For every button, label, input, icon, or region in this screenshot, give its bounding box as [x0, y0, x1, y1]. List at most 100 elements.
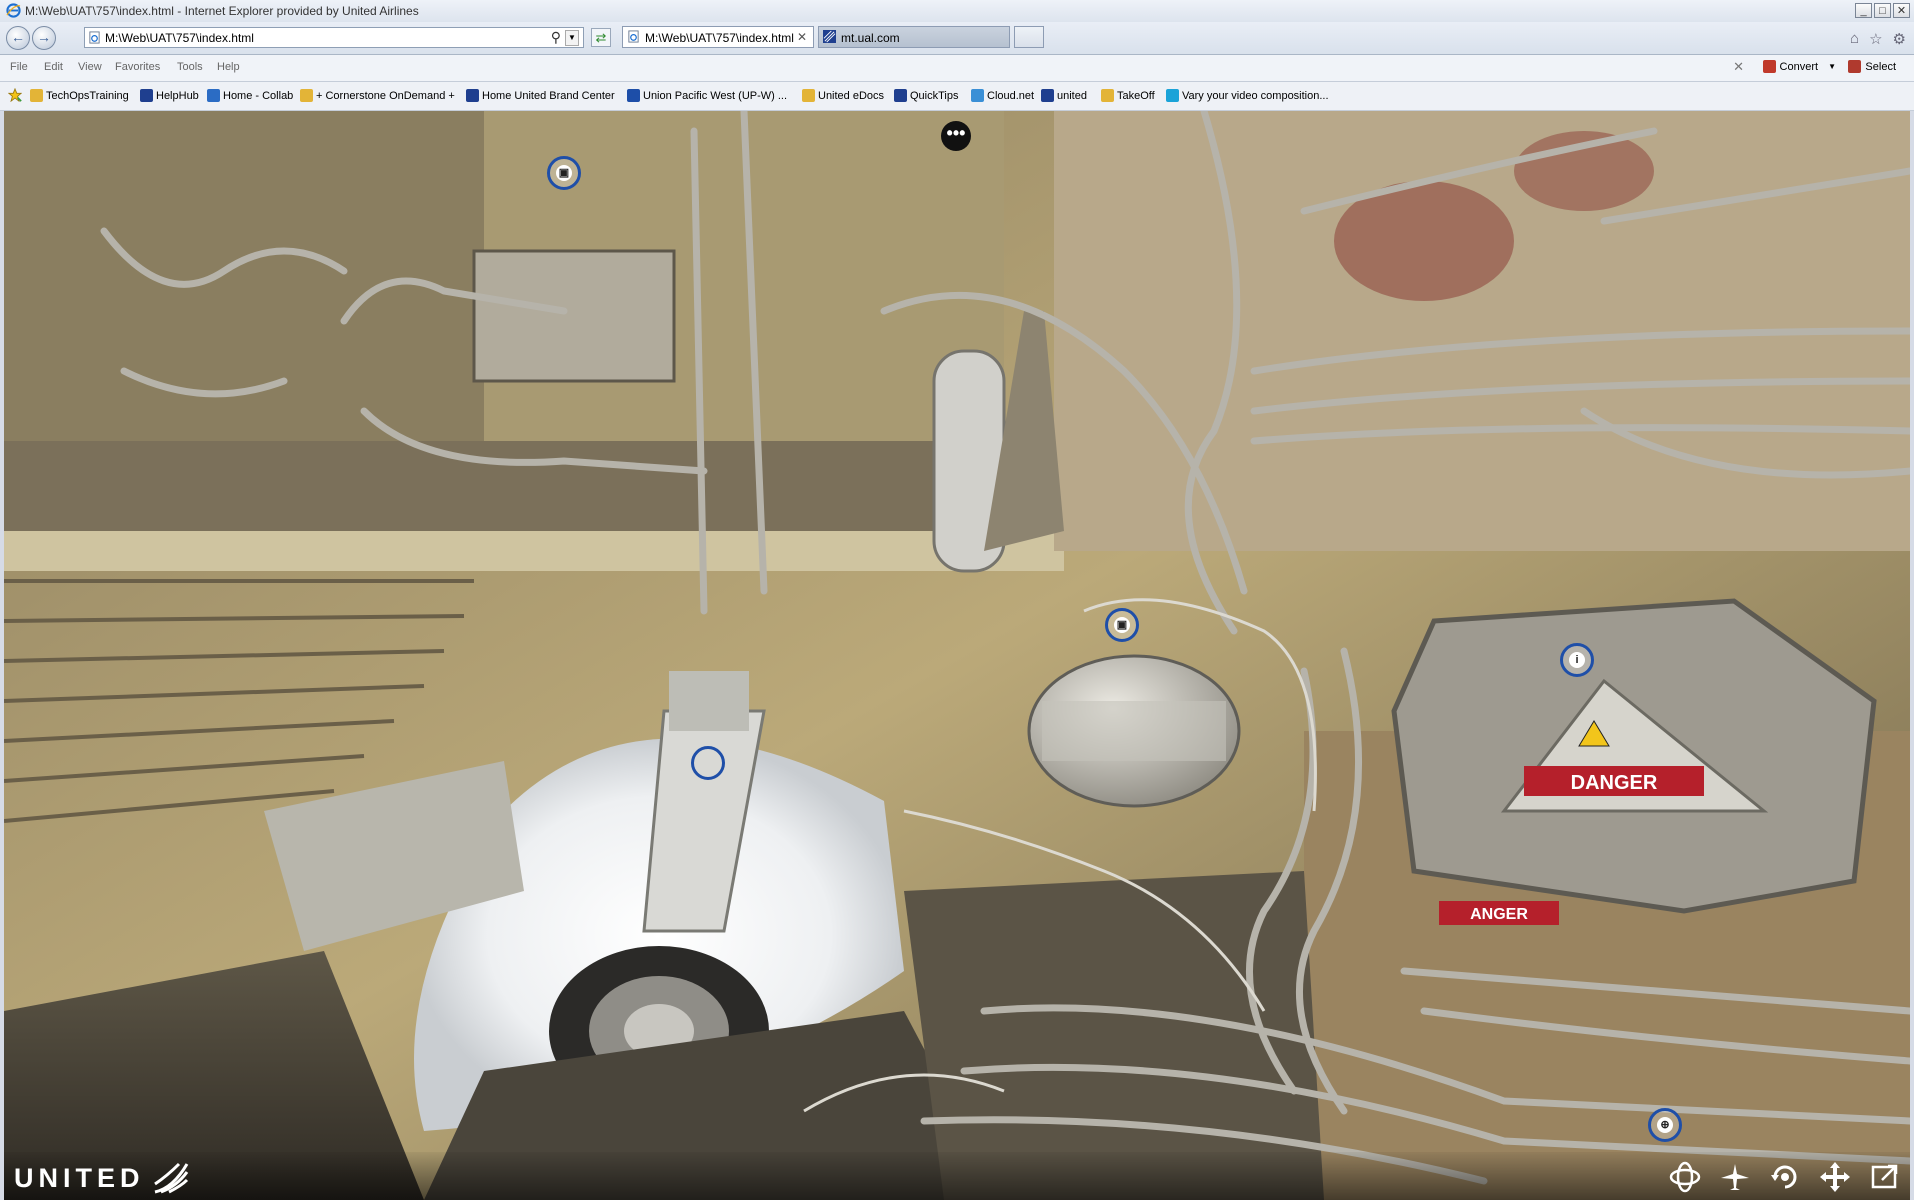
favorite-link[interactable]: + Cornerstone OnDemand + — [300, 89, 455, 102]
favorites-bar: TechOpsTraining HelpHub Home - Collab + Cor… — [0, 82, 1914, 111]
image-hotspot-valve-block[interactable]: ▣ — [547, 156, 581, 190]
tab-index-html[interactable]: M:\Web\UAT\757\index.html ✕ — [622, 26, 814, 48]
favorite-label: Home - Collab — [223, 89, 294, 102]
favorite-link[interactable]: Home - Collab — [207, 89, 293, 102]
menu-favorites[interactable]: Favorites — [115, 61, 160, 73]
address-text[interactable]: M:\Web\UAT\757\index.html — [105, 31, 254, 45]
united-globe-icon — [140, 89, 153, 102]
favorite-link[interactable]: united — [1041, 89, 1087, 102]
panorama-viewer[interactable]: DANGER ANGER ••• ▣ ▣ i ⊕ UNITED — [4, 111, 1910, 1200]
page-icon — [628, 30, 639, 43]
convert-label: Convert — [1779, 60, 1819, 73]
window-titlebar: M:\Web\UAT\757\index.html - Internet Exp… — [0, 0, 1914, 23]
close-tab-icon[interactable]: ✕ — [797, 30, 807, 44]
favorite-link[interactable]: QuickTips — [894, 89, 959, 102]
favorite-label: Home United Brand Center — [482, 89, 615, 102]
tab-mt-ual[interactable]: mt.ual.com — [818, 26, 1010, 48]
menu-file[interactable]: File — [10, 61, 28, 73]
united-wordmark: UNITED — [14, 1162, 145, 1193]
favorite-label: Union Pacific West (UP-W) ... — [643, 89, 788, 102]
new-tab-button[interactable] — [1014, 26, 1044, 48]
favorite-link[interactable]: United eDocs — [802, 89, 884, 102]
favorite-link[interactable]: Home United Brand Center — [466, 89, 615, 102]
globe-hotspot[interactable]: ⊕ — [1648, 1108, 1682, 1142]
select-button[interactable]: Select — [1848, 60, 1896, 73]
favorite-label: united — [1057, 89, 1087, 102]
m-logo-icon — [627, 89, 640, 102]
favorites-star-icon[interactable]: ☆ — [1869, 30, 1882, 48]
tab-label: mt.ual.com — [841, 31, 900, 45]
pdf-select-icon — [1848, 60, 1862, 73]
info-icon: i — [1569, 652, 1585, 668]
favorites-add-icon[interactable] — [8, 88, 22, 102]
close-toolbar-icon[interactable]: ✕ — [1733, 59, 1744, 75]
window-title: M:\Web\UAT\757\index.html - Internet Exp… — [25, 4, 419, 18]
arrow-left-icon: ← — [11, 29, 25, 45]
page-icon — [802, 89, 815, 102]
image-hotspot-accumulator[interactable]: ▣ — [1105, 608, 1139, 642]
favorite-label: Cloud.net — [987, 89, 1035, 102]
favorite-label: HelpHub — [156, 89, 199, 102]
united-globe-icon — [153, 1162, 188, 1194]
refresh-icon: ⇄ — [595, 30, 607, 45]
convert-button[interactable]: Convert ▼ — [1762, 60, 1836, 73]
svg-text:ANGER: ANGER — [1470, 906, 1528, 923]
viewer-control-bar: UNITED — [4, 1152, 1910, 1200]
favorite-label: TakeOff — [1117, 89, 1155, 102]
chevron-down-icon[interactable]: ▼ — [565, 30, 579, 46]
favorite-label: + Cornerstone OnDemand + — [316, 89, 455, 102]
airplane-mode-icon[interactable] — [1718, 1160, 1752, 1194]
menu-help[interactable]: Help — [217, 61, 240, 73]
image-icon: ▣ — [556, 165, 572, 181]
browser-tool-icons: ⌂ ☆ ⚙ — [1850, 30, 1906, 48]
favorite-link[interactable]: Vary your video composition... — [1166, 89, 1329, 102]
minimize-button[interactable]: _ — [1855, 3, 1872, 18]
favorite-link[interactable]: TakeOff — [1101, 89, 1155, 102]
vr-mode-icon[interactable] — [1668, 1160, 1702, 1194]
favorite-label: United eDocs — [818, 89, 885, 102]
wheel-well-panorama-image[interactable]: DANGER ANGER — [4, 111, 1910, 1200]
svg-text:DANGER: DANGER — [1571, 772, 1658, 794]
favorite-link[interactable]: HelpHub — [140, 89, 199, 102]
internet-explorer-icon — [6, 3, 21, 18]
arrow-right-icon: → — [37, 29, 51, 45]
favorite-link[interactable]: Cloud.net — [971, 89, 1034, 102]
home-icon[interactable]: ⌂ — [1850, 30, 1859, 48]
united-tulip-icon — [1041, 89, 1054, 102]
back-button[interactable]: ← — [6, 26, 30, 50]
move-arrows-icon[interactable] — [1818, 1160, 1852, 1194]
globe-icon: ⊕ — [1657, 1117, 1673, 1133]
favorite-label: Vary your video composition... — [1182, 89, 1329, 102]
favorite-link[interactable]: Union Pacific West (UP-W) ... — [627, 89, 787, 102]
menu-view[interactable]: View — [78, 61, 102, 73]
image-icon: ▣ — [1114, 617, 1130, 633]
forward-button[interactable]: → — [32, 26, 56, 50]
united-logo: UNITED — [14, 1162, 189, 1194]
close-window-button[interactable]: ✕ — [1893, 3, 1910, 18]
cloud-icon — [971, 89, 984, 102]
favorite-label: QuickTips — [910, 89, 959, 102]
chevron-down-icon: ▼ — [1828, 62, 1836, 71]
window-controls: _ □ ✕ — [1855, 3, 1910, 18]
autorotate-icon[interactable] — [1768, 1160, 1802, 1194]
favorite-link[interactable]: TechOpsTraining — [30, 89, 129, 102]
menu-edit[interactable]: Edit — [44, 61, 63, 73]
fullscreen-icon[interactable] — [1868, 1160, 1902, 1194]
gear-icon[interactable]: ⚙ — [1893, 30, 1906, 48]
info-hotspot-danger-panel[interactable]: i — [1560, 643, 1594, 677]
maximize-button[interactable]: □ — [1874, 3, 1891, 18]
menu-bar: File Edit View Favorites Tools Help ✕ Co… — [0, 55, 1914, 82]
refresh-button[interactable]: ⇄ — [591, 28, 611, 47]
page-icon — [89, 31, 100, 44]
sharepoint-icon — [207, 89, 220, 102]
page-icon — [1101, 89, 1114, 102]
address-bar[interactable]: M:\Web\UAT\757\index.html ⚲ ▼ — [84, 27, 584, 48]
united-globe-icon — [894, 89, 907, 102]
v-logo-icon — [1166, 89, 1179, 102]
pdf-convert-icon — [1762, 60, 1776, 73]
viewer-menu-button[interactable]: ••• — [941, 121, 971, 151]
search-icon[interactable]: ⚲ — [551, 29, 561, 46]
united-globe-icon — [466, 89, 479, 102]
link-hotspot-gear-strut[interactable] — [691, 746, 725, 780]
menu-tools[interactable]: Tools — [177, 61, 203, 73]
